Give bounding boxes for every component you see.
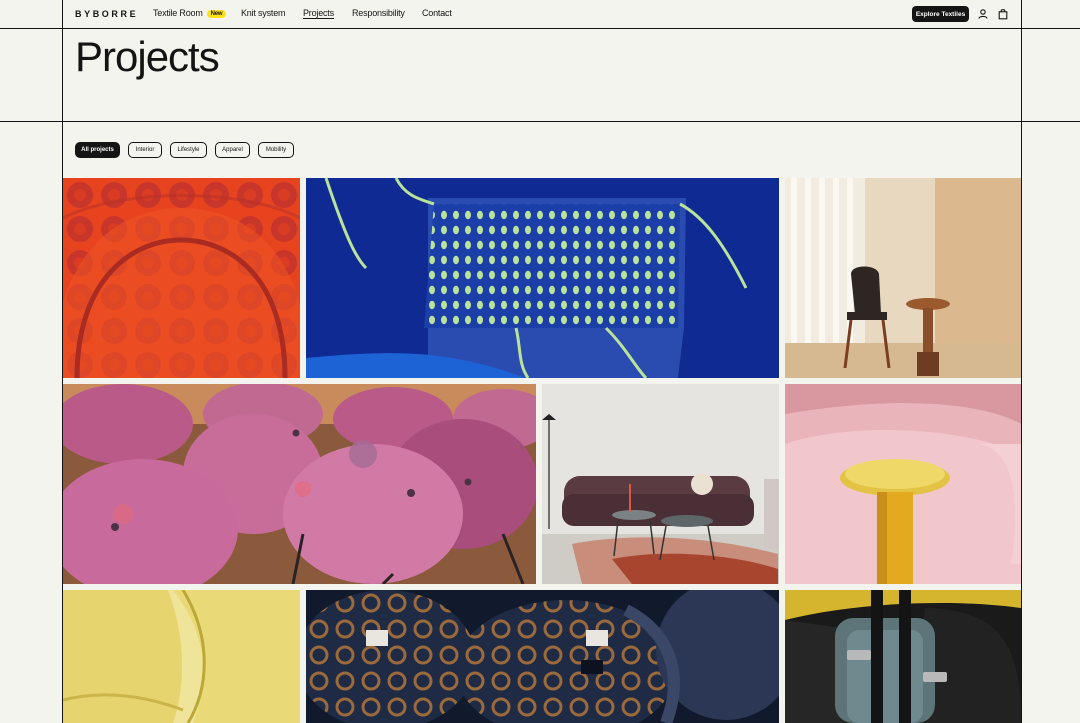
new-badge: New [206,10,227,18]
project-tile[interactable] [63,384,536,584]
user-icon[interactable] [977,8,989,20]
patterned-sofa-image [542,384,779,584]
filter-mobility[interactable]: Mobility [258,142,294,158]
project-tile[interactable] [63,590,300,723]
filter-apparel[interactable]: Apparel [215,142,250,158]
filter-interior[interactable]: Interior [128,142,162,158]
grid-line-right [1021,122,1022,723]
nav-link-knit-system[interactable]: Knit system [241,8,286,18]
pink-knit-chairs-image [63,384,536,584]
blue-dot-textile-image [306,178,779,378]
nav-link-contact[interactable]: Contact [422,8,452,18]
page-title: Projects [75,33,220,80]
chair-side-table-image [785,178,1021,378]
project-tile[interactable] [63,178,300,378]
top-nav: BYBORRE Textile Room New Knit system Proj… [0,0,1080,29]
project-tile[interactable] [542,384,779,584]
car-seat-strap-image [785,590,1021,723]
yellow-upholstery-image [63,590,300,723]
pink-sofa-table-image [785,384,1021,584]
filter-all-projects[interactable]: All projects [75,142,120,158]
bag-icon[interactable] [997,8,1009,20]
filter-lifestyle[interactable]: Lifestyle [170,142,207,158]
header-divider [0,121,1080,122]
frame-line-right [1021,0,1022,122]
red-knit-chair-image [63,178,300,378]
project-tile[interactable] [785,178,1021,378]
project-tile[interactable] [306,590,779,723]
navy-knit-bags-image [306,590,779,723]
project-tile[interactable] [306,178,779,378]
nav-link-projects[interactable]: Projects [303,8,334,18]
nav-link-responsibility[interactable]: Responsibility [352,8,405,18]
explore-textiles-button[interactable]: Explore Textiles [912,6,969,22]
brand-logo[interactable]: BYBORRE [75,9,138,19]
nav-link-textile-room[interactable]: Textile Room New [153,8,227,18]
nav-link-label: Textile Room [153,8,203,18]
project-tile[interactable] [785,384,1021,584]
frame-line-left [62,0,63,122]
project-tile[interactable] [785,590,1021,723]
